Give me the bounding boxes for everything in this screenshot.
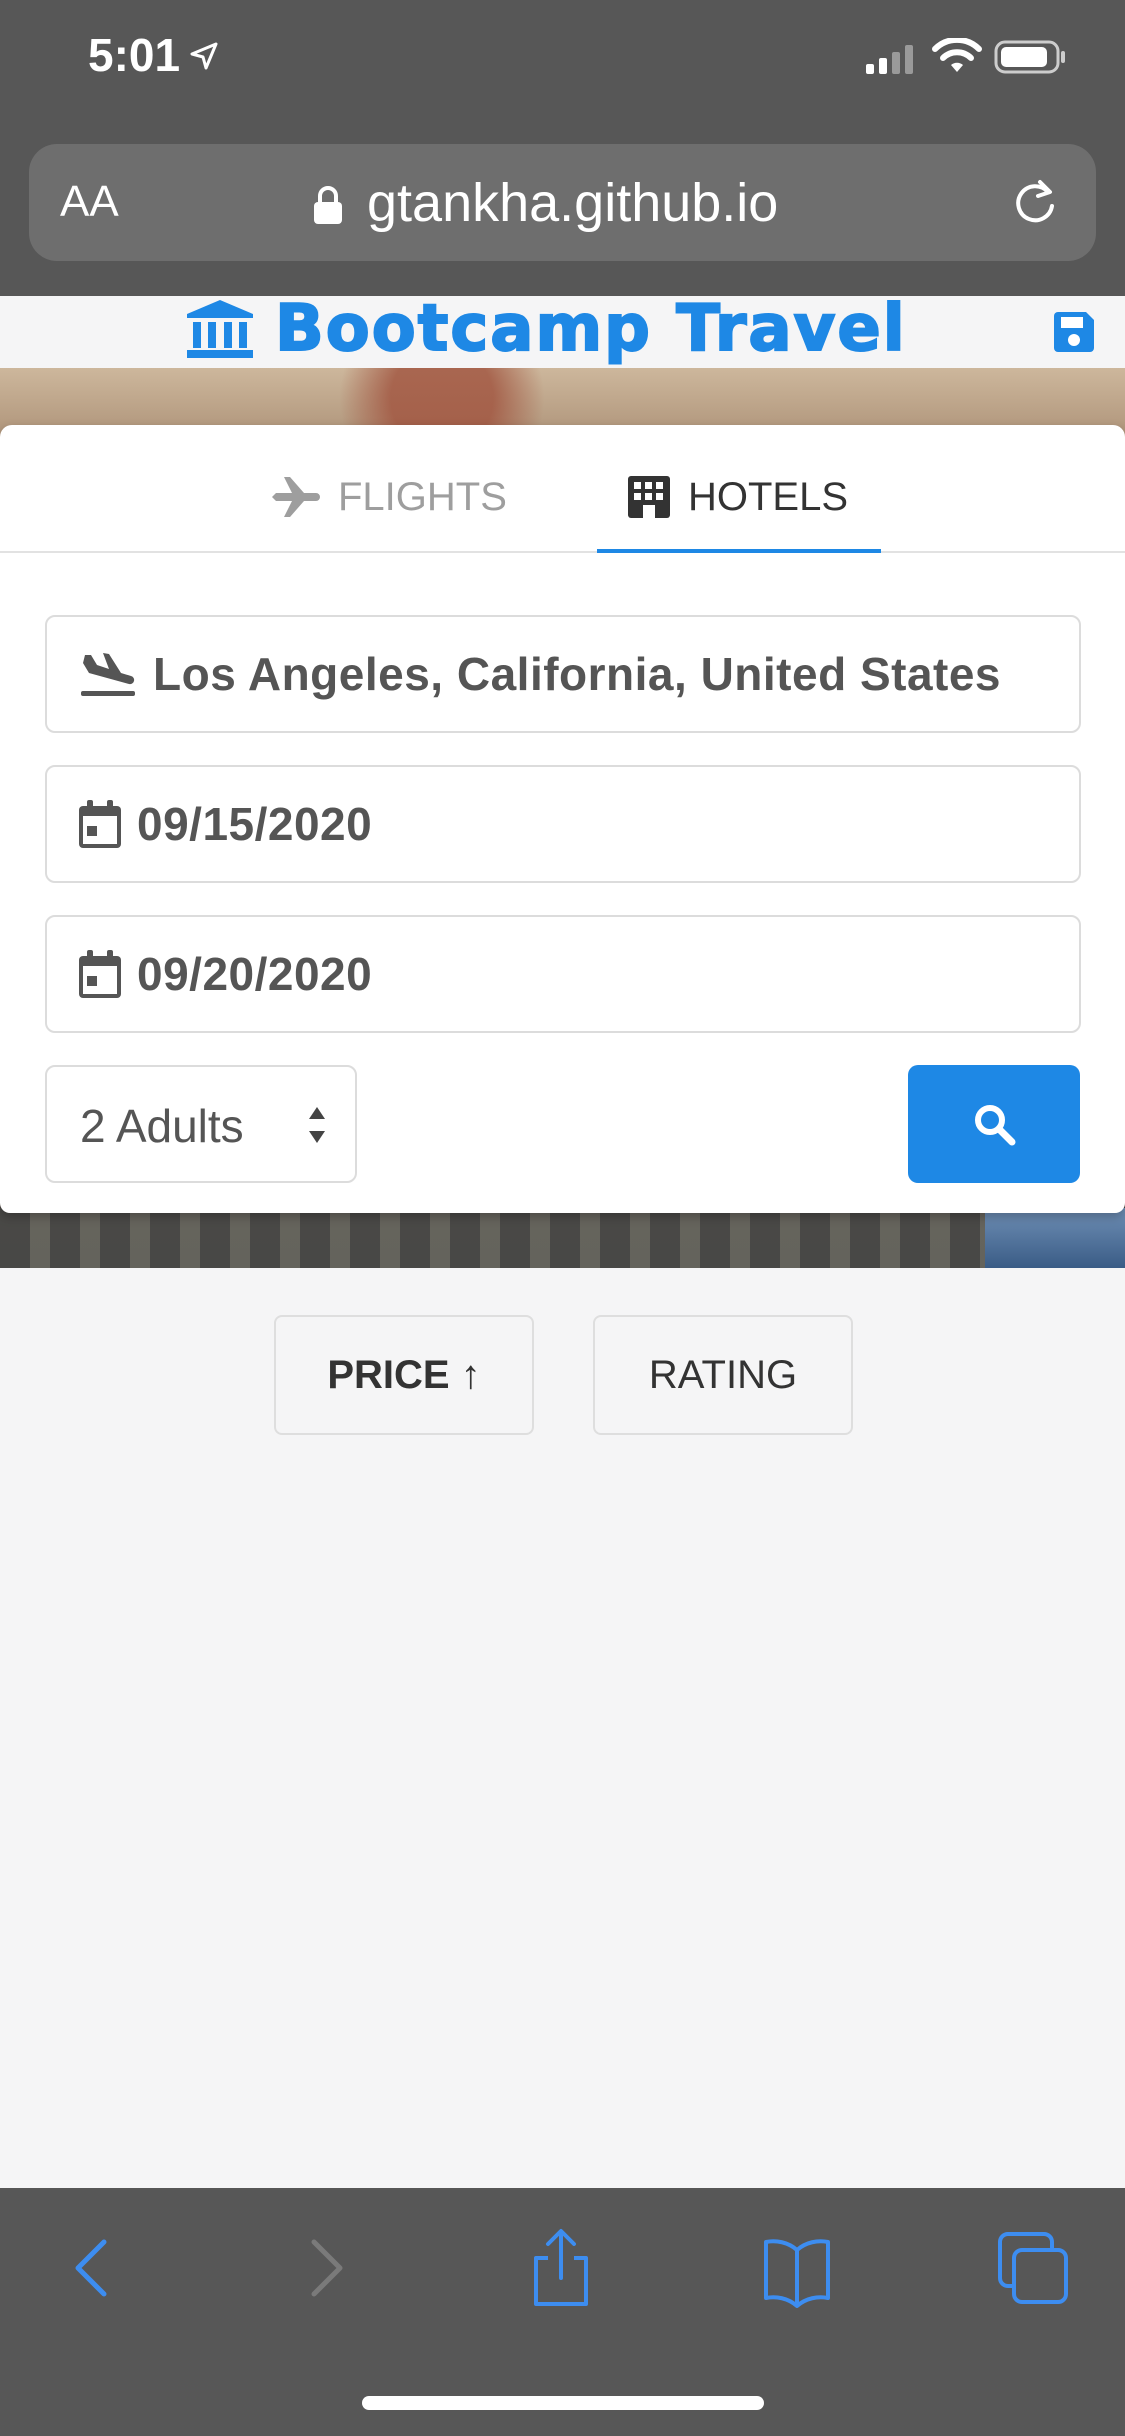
- check-in-field[interactable]: 09/15/2020: [45, 765, 1081, 883]
- select-arrows-icon: [309, 1107, 325, 1143]
- brand-title[interactable]: Bootcamp Travel: [274, 291, 907, 367]
- guests-value: 2 Adults: [80, 1100, 244, 1152]
- tab-hotels[interactable]: HOTELS: [626, 467, 848, 527]
- share-icon[interactable]: [528, 2228, 594, 2308]
- landmark-icon: [187, 300, 253, 358]
- tab-flights[interactable]: FLIGHTS: [272, 467, 507, 527]
- calendar-icon: [79, 950, 121, 998]
- destination-field[interactable]: Los Angeles, California, United States: [45, 615, 1081, 733]
- calendar-icon: [79, 800, 121, 848]
- sort-price-button[interactable]: PRICE ↑: [274, 1315, 534, 1435]
- wifi-icon: [932, 38, 982, 72]
- check-out-field[interactable]: 09/20/2020: [45, 915, 1081, 1033]
- check-out-value: 09/20/2020: [137, 948, 373, 1000]
- search-card: FLIGHTS HOTELS Los Angeles, California, …: [0, 425, 1125, 1213]
- save-icon[interactable]: [1052, 310, 1096, 354]
- text-size-button[interactable]: AA: [60, 177, 119, 227]
- tabs-icon[interactable]: [996, 2228, 1072, 2308]
- plane-icon: [272, 477, 320, 517]
- active-tab-indicator: [597, 549, 881, 553]
- search-icon: [975, 1105, 1016, 1146]
- reload-icon[interactable]: [1010, 176, 1060, 226]
- location-arrow-icon: [190, 42, 218, 70]
- guests-select[interactable]: 2 Adults: [45, 1065, 357, 1183]
- lock-icon: [314, 186, 342, 224]
- check-in-value: 09/15/2020: [137, 798, 373, 850]
- url-text[interactable]: gtankha.github.io: [367, 172, 778, 234]
- hotel-icon: [628, 476, 670, 518]
- plane-arrival-icon: [81, 653, 135, 696]
- bookmarks-icon[interactable]: [762, 2228, 832, 2308]
- search-button[interactable]: [908, 1065, 1080, 1183]
- cellular-signal-icon: [866, 45, 913, 74]
- sort-rating-button[interactable]: RATING: [593, 1315, 853, 1435]
- battery-icon: [994, 40, 1065, 74]
- forward-icon[interactable]: [300, 2228, 350, 2308]
- home-indicator: [362, 2396, 764, 2410]
- back-icon[interactable]: [68, 2228, 118, 2308]
- status-time: 5:01: [88, 29, 181, 81]
- destination-value: Los Angeles, California, United States: [153, 648, 1002, 700]
